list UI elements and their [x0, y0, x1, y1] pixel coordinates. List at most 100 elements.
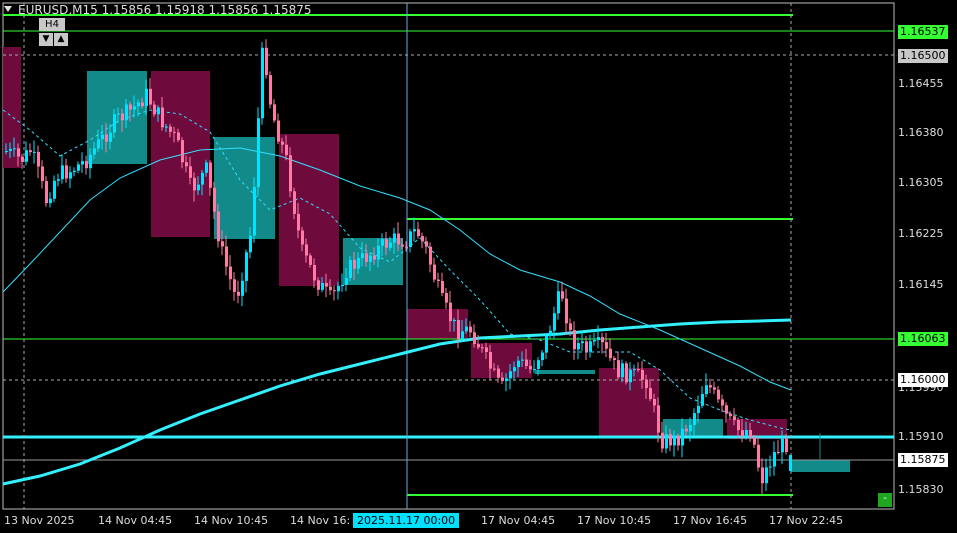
candle-body [533, 369, 536, 370]
candle-body [677, 435, 680, 446]
candle-body [73, 170, 76, 173]
candle-body [573, 330, 576, 350]
candle-body [733, 416, 736, 421]
candle-body [657, 405, 660, 433]
candle-body [29, 150, 32, 153]
candle-body [693, 413, 696, 425]
candle-body [37, 151, 40, 167]
collapse-icon[interactable] [4, 6, 12, 12]
candle-body [749, 430, 752, 438]
candle-body [201, 172, 204, 185]
candle-body [193, 177, 196, 191]
candle-body [437, 279, 440, 281]
candle-body [25, 150, 28, 162]
timeframe-up-button[interactable]: ▲ [54, 33, 68, 46]
candle-body [645, 379, 648, 389]
candle-body [605, 342, 608, 349]
candle-body [569, 323, 572, 331]
candle-body [501, 377, 504, 381]
candle-body [685, 428, 688, 432]
candle-body [241, 280, 244, 296]
candle-body [189, 166, 192, 178]
candle-body [325, 283, 328, 287]
candle-body [577, 343, 580, 350]
candle-body [653, 399, 656, 406]
candle-body [341, 285, 344, 286]
candle-body [165, 126, 168, 128]
candle-body [621, 363, 624, 378]
candle-body [21, 156, 24, 162]
candle-body [261, 47, 264, 119]
candle-body [681, 428, 684, 446]
candle-body [417, 229, 420, 236]
candle-body [689, 425, 692, 432]
candle-body [461, 331, 464, 339]
candle-body [89, 154, 92, 169]
candle-body [481, 347, 484, 349]
candle-body [349, 259, 352, 278]
candle-body [385, 239, 388, 248]
candle-body [717, 389, 720, 400]
candle-body [665, 434, 668, 449]
candle-body [81, 161, 84, 165]
candle-body [661, 432, 664, 449]
candle-body [245, 252, 248, 281]
candle-body [309, 255, 312, 265]
candle-body [161, 107, 164, 128]
candle-body [185, 162, 188, 167]
minimize-button[interactable]: - [878, 493, 892, 507]
candle-body [293, 191, 296, 214]
current-candle [789, 455, 792, 471]
price-tick: 1.16455 [898, 77, 944, 90]
time-label: 17 Nov 10:45 [577, 514, 652, 527]
htf-candle [151, 71, 210, 237]
bid-price-label: 1.15875 [898, 453, 948, 467]
candle-body [377, 245, 380, 260]
candle-body [365, 253, 368, 262]
candle-body [357, 258, 360, 269]
candle-body [709, 385, 712, 388]
candle-body [297, 213, 300, 231]
candle-body [133, 106, 136, 110]
candle-body [725, 405, 728, 414]
chart-header: EURUSD,M15 1.15856 1.15918 1.15856 1.158… [4, 3, 312, 17]
candle-body [205, 162, 208, 173]
candle-body [49, 198, 52, 204]
candle-body [113, 114, 116, 133]
candle-body [57, 179, 60, 181]
candle-body [561, 291, 564, 299]
candle-body [373, 255, 376, 260]
candle-body [721, 399, 724, 406]
candle-body [609, 348, 612, 359]
candle-body [545, 336, 548, 353]
candle-body [337, 285, 340, 292]
candle-body [729, 413, 732, 417]
price-label: 1.16500 [898, 49, 948, 63]
candle-body [557, 291, 560, 314]
time-label: 13 Nov 2025 [4, 514, 75, 527]
candle-body [217, 211, 220, 242]
candle-body [141, 102, 144, 107]
candle-body [405, 246, 408, 248]
price-chart[interactable] [0, 0, 957, 533]
candle-body [697, 405, 700, 414]
candle-body [169, 126, 172, 132]
candle-body [705, 385, 708, 395]
candle-body [465, 326, 468, 332]
timeframe-down-button[interactable]: ▼ [39, 33, 53, 46]
price-tick: 1.16145 [898, 278, 944, 291]
candle-body [649, 388, 652, 399]
candle-body [281, 141, 284, 145]
time-label: 14 Nov 04:45 [98, 514, 173, 527]
candle-body [137, 102, 140, 107]
candle-body [601, 337, 604, 343]
candle-body [273, 104, 276, 121]
candle-body [369, 255, 372, 262]
candle-body [213, 187, 216, 212]
candle-body [513, 367, 516, 372]
candle-body [769, 466, 772, 468]
candle-body [221, 241, 224, 247]
candle-body [317, 280, 320, 290]
candle-body [101, 134, 104, 140]
candle-body [629, 369, 632, 383]
